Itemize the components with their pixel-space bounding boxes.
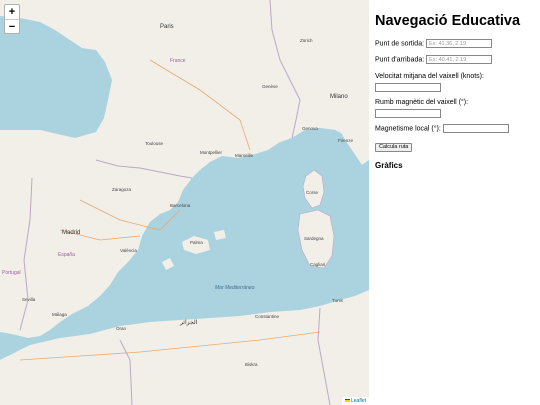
calculate-route-button[interactable]: Calcula ruta: [375, 142, 413, 152]
label-france: France: [170, 58, 186, 64]
heading-input[interactable]: [375, 108, 441, 118]
label-marseille: Marseille: [235, 153, 254, 158]
label-sevilla: Sevilla: [22, 297, 36, 302]
label-montpellier: Montpellier: [200, 150, 223, 155]
heading-label: Rumb magnètic del vaixell (°):: [375, 98, 469, 106]
flag-icon: [344, 399, 350, 403]
label-malaga: Málaga: [52, 312, 67, 317]
label-espana: España: [58, 252, 75, 258]
label-milano: Milano: [330, 94, 348, 100]
label-zurich: Zürich: [300, 38, 313, 43]
label-constantine: Constantine: [255, 314, 280, 319]
end-point-row: Punt d'arribada:: [375, 55, 534, 65]
label-palma: Palma: [190, 240, 203, 245]
start-point-input[interactable]: [425, 39, 492, 48]
zoom-in-button[interactable]: +: [5, 5, 19, 19]
label-firenze: Firenze: [338, 138, 354, 143]
speed-label: Velocitat mitjana del vaixell (knots):: [375, 72, 484, 80]
attribution-link[interactable]: Leaflet: [351, 398, 366, 404]
start-point-row: Punt de sortida:: [375, 39, 534, 49]
end-point-label: Punt d'arribada:: [375, 56, 425, 64]
label-portugal: Portugal: [2, 270, 21, 276]
label-tunis: Tunis: [332, 298, 343, 303]
magnetism-input[interactable]: [442, 123, 509, 133]
zoom-control: + −: [4, 4, 20, 34]
label-oran: Oran: [116, 326, 127, 331]
label-alger: الجزائر: [180, 320, 198, 326]
label-madrid: Madrid: [62, 230, 81, 236]
label-geneve: Genève: [262, 84, 278, 89]
label-corse: Corse: [306, 190, 319, 195]
label-barcelona: Barcelona: [170, 203, 191, 208]
label-genova: Genova: [302, 126, 318, 131]
map-view[interactable]: France Paris Toulouse Montpellier Marsei…: [0, 0, 369, 405]
heading-row: Rumb magnètic del vaixell (°):: [375, 98, 534, 118]
end-point-input[interactable]: [426, 55, 493, 65]
label-sardegna: Sardegna: [304, 236, 324, 241]
start-point-label: Punt de sortida:: [375, 40, 425, 48]
control-panel: Navegació Educativa Punt de sortida: Pun…: [369, 0, 540, 405]
label-toulouse: Toulouse: [145, 141, 164, 146]
charts-heading: Gràfics: [375, 161, 403, 171]
speed-input[interactable]: [375, 82, 441, 92]
label-zaragoza: Zaragoza: [112, 187, 132, 192]
label-valencia: València: [120, 248, 137, 253]
magnetism-label: Magnetisme local (°):: [375, 125, 441, 133]
label-mediterranean: Mar Mediterráneo: [215, 285, 255, 291]
label-biskra: Biskra: [245, 362, 258, 367]
label-cagliari: Cagliari: [310, 262, 326, 267]
zoom-out-button[interactable]: −: [5, 19, 19, 33]
speed-row: Velocitat mitjana del vaixell (knots):: [375, 72, 534, 92]
map-attribution[interactable]: Leaflet: [341, 397, 369, 405]
magnetism-row: Magnetisme local (°):: [375, 123, 534, 134]
label-paris: Paris: [160, 24, 174, 30]
page-title: Navegació Educativa: [375, 13, 521, 29]
